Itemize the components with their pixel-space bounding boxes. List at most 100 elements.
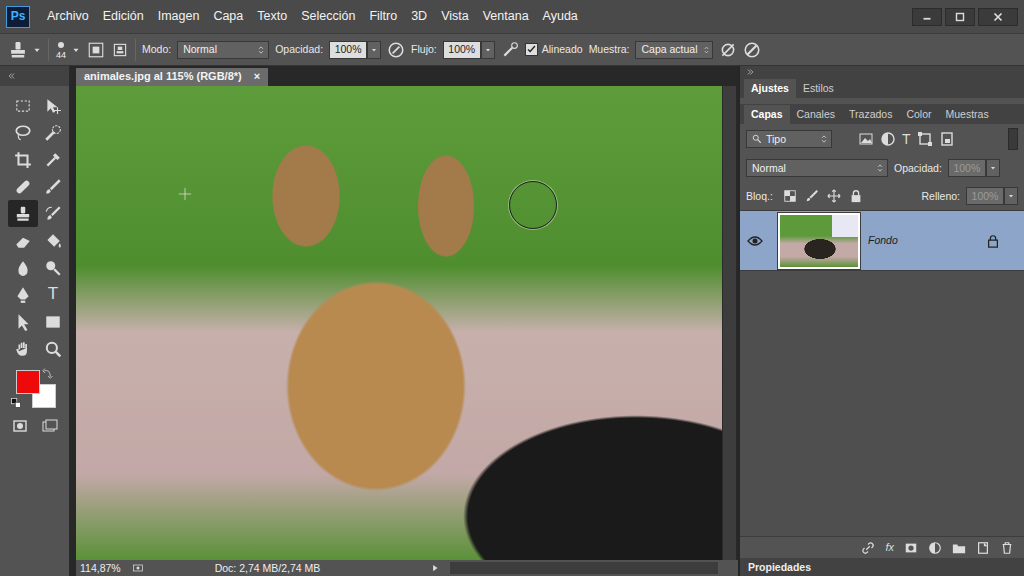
panel-tab[interactable]: Canales <box>790 105 843 124</box>
rectangle-tool[interactable] <box>38 308 68 335</box>
bucket-tool[interactable] <box>38 227 68 254</box>
preview-icon[interactable] <box>131 562 145 574</box>
lock-all-icon[interactable] <box>849 189 863 203</box>
adjustment-layer-icon[interactable] <box>928 541 942 555</box>
history-brush-tool[interactable] <box>38 200 68 227</box>
brush-tool[interactable] <box>38 173 68 200</box>
close-window-button[interactable] <box>978 8 1018 26</box>
quick-select-tool[interactable] <box>38 119 68 146</box>
link-icon[interactable] <box>861 541 875 555</box>
maximize-button[interactable] <box>945 8 975 26</box>
horizontal-scrollbar[interactable] <box>450 562 718 574</box>
aligned-label[interactable]: Alineado <box>542 43 583 56</box>
menu-item[interactable]: Archivo <box>40 9 96 24</box>
eyedropper-tool[interactable] <box>38 146 68 173</box>
brush-size[interactable]: 44 <box>56 51 66 60</box>
panel-tab[interactable]: Capas <box>744 105 790 124</box>
opacity-slider-button[interactable] <box>367 41 381 59</box>
pen-tool[interactable] <box>8 281 38 308</box>
pressure-size-icon[interactable] <box>743 41 761 59</box>
flow-slider-button[interactable] <box>481 41 495 59</box>
marquee-tool[interactable] <box>8 92 38 119</box>
collapse-icon[interactable] <box>6 71 16 81</box>
zoom-level[interactable]: 114,87% <box>80 562 121 575</box>
pixel-filter-icon[interactable] <box>858 131 874 147</box>
crop-tool[interactable] <box>8 146 38 173</box>
zoom-tool[interactable] <box>38 335 68 362</box>
menu-item[interactable]: Ventana <box>476 9 536 24</box>
blur-tool[interactable] <box>8 254 38 281</box>
group-folder-icon[interactable] <box>952 541 966 555</box>
layer-style-button[interactable]: fx <box>885 541 894 554</box>
lock-transparency-icon[interactable] <box>783 189 797 203</box>
close-icon <box>991 10 1005 24</box>
filter-toggle[interactable] <box>1008 128 1018 150</box>
menu-item[interactable]: Selección <box>294 9 362 24</box>
tool-preset-picker[interactable] <box>8 40 42 60</box>
ignore-adjustments-icon[interactable] <box>719 41 737 59</box>
crop-icon <box>14 151 32 169</box>
clone-stamp-tool[interactable] <box>8 200 38 227</box>
menu-item[interactable]: Edición <box>96 9 151 24</box>
minimize-button[interactable] <box>912 8 942 26</box>
eraser-tool[interactable] <box>8 227 38 254</box>
smart-object-filter-icon[interactable] <box>939 131 955 147</box>
mode-select[interactable]: Normal <box>177 41 269 59</box>
properties-panel-tab[interactable]: Propiedades <box>740 558 1024 576</box>
panel-tab[interactable]: Ajustes <box>744 79 796 98</box>
pressure-opacity-icon[interactable] <box>387 41 405 59</box>
healing-tool[interactable] <box>8 173 38 200</box>
trash-icon[interactable] <box>1000 541 1014 555</box>
hand-tool[interactable] <box>8 335 38 362</box>
menu-item[interactable]: Filtro <box>362 9 404 24</box>
panel-tab[interactable]: Trazados <box>842 105 899 124</box>
shape-filter-icon[interactable] <box>917 131 933 147</box>
adjustment-filter-icon[interactable] <box>880 131 896 147</box>
menu-item[interactable]: Vista <box>434 9 476 24</box>
new-layer-icon[interactable] <box>976 541 990 555</box>
menu-item[interactable]: Capa <box>206 9 250 24</box>
type-tool[interactable]: T <box>38 281 68 308</box>
close-document-button[interactable]: × <box>254 70 260 83</box>
menu-item[interactable]: Imagen <box>151 9 207 24</box>
collapse-icon[interactable] <box>746 67 756 77</box>
vertical-scrollbar[interactable] <box>722 86 736 560</box>
brush-panel-icon[interactable] <box>87 41 105 59</box>
aligned-checkbox[interactable] <box>525 43 538 56</box>
lasso-icon <box>14 124 32 142</box>
lock-position-icon[interactable] <box>827 189 841 203</box>
clone-source-icon[interactable] <box>111 41 129 59</box>
brush-picker[interactable]: 44 <box>55 39 81 60</box>
layer-row[interactable]: Fondo <box>740 211 1024 271</box>
quick-mask-icon[interactable] <box>12 418 28 434</box>
type-filter[interactable]: T <box>902 131 911 148</box>
flow-field[interactable]: 100% <box>443 41 481 59</box>
marquee-icon <box>14 97 32 115</box>
mask-icon[interactable] <box>904 541 918 555</box>
lock-pixels-icon[interactable] <box>805 189 819 203</box>
move-tool[interactable] <box>38 92 68 119</box>
panel-tab[interactable]: Estilos <box>796 79 841 98</box>
opacity-field[interactable]: 100% <box>329 41 367 59</box>
panel-tab[interactable]: Color <box>899 105 938 124</box>
document-tab[interactable]: animales.jpg al 115% (RGB/8*)× <box>76 68 268 86</box>
menu-item[interactable]: Texto <box>250 9 294 24</box>
dodge-tool[interactable] <box>38 254 68 281</box>
panel-tab[interactable]: Muestras <box>939 105 996 124</box>
visibility-toggle[interactable] <box>740 233 770 249</box>
image-canvas[interactable] <box>76 86 722 560</box>
info-menu-icon[interactable] <box>430 563 440 573</box>
lasso-tool[interactable] <box>8 119 38 146</box>
swap-colors-icon[interactable] <box>42 367 54 379</box>
screen-mode-icon[interactable] <box>42 418 58 434</box>
menu-item[interactable]: 3D <box>404 9 434 24</box>
path-select-tool[interactable] <box>8 308 38 335</box>
blend-mode-select[interactable]: Normal <box>746 159 888 177</box>
layer-name[interactable]: Fondo <box>868 234 978 247</box>
airbrush-icon[interactable] <box>501 41 519 59</box>
foreground-color[interactable] <box>16 370 40 394</box>
sample-select[interactable]: Capa actual <box>635 41 713 59</box>
default-colors-icon[interactable] <box>10 397 22 409</box>
layer-filter-select[interactable]: Tipo <box>746 130 832 148</box>
menu-item[interactable]: Ayuda <box>536 9 585 24</box>
